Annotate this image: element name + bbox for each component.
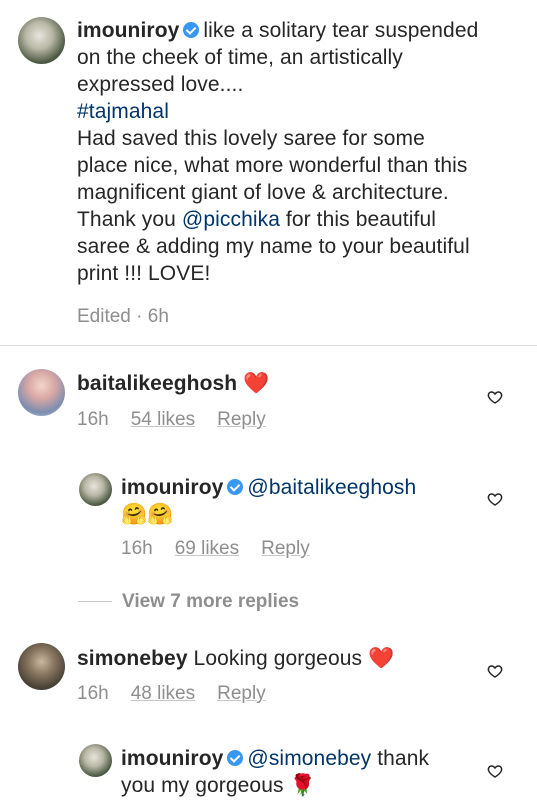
red-heart-emoji: ❤️ <box>243 371 270 395</box>
caption-section: imouniroy like a solitary tear suspended … <box>0 0 537 345</box>
comment-text: simonebey Looking gorgeous ❤️ <box>77 645 394 672</box>
heart-outline-icon[interactable] <box>487 491 503 507</box>
divider <box>0 345 537 346</box>
heart-outline-icon[interactable] <box>487 763 503 779</box>
caption-body-1: Had saved this lovely saree for some <box>77 127 425 150</box>
reply-line-1: imouniroy @simonebey thank <box>121 745 429 772</box>
caption-text: imouniroy like a solitary tear suspended … <box>77 17 527 287</box>
reply-username[interactable]: imouniroy <box>121 747 223 770</box>
caption-author-avatar[interactable] <box>18 17 65 64</box>
reply-text: imouniroy @baitalikeeghosh 🤗🤗 <box>121 474 416 528</box>
caption-line-3: expressed love.... <box>77 73 244 96</box>
comment-time: 16h <box>77 683 109 704</box>
caption-body-4-pre: Thank you <box>77 208 182 231</box>
reply-time: 16h <box>121 538 153 559</box>
reply-meta: 16h 69 likes Reply <box>121 538 332 560</box>
mention-link[interactable]: @simonebey <box>247 747 371 770</box>
caption-body-4: Thank you @picchika for this beautiful <box>77 206 527 233</box>
comment-time: 16h <box>77 409 109 430</box>
rose-emoji: 🌹 <box>289 773 316 797</box>
commenter-avatar[interactable] <box>18 369 65 416</box>
reply-author-avatar[interactable] <box>79 744 112 777</box>
view-more-replies[interactable]: View 7 more replies <box>78 591 299 613</box>
caption-body-2: place nice, what more wonderful than thi… <box>77 154 468 177</box>
heart-outline-icon[interactable] <box>487 663 503 679</box>
commenter-avatar[interactable] <box>18 643 65 690</box>
caption-body-6: print !!! LOVE! <box>77 262 211 285</box>
view-more-line <box>78 601 112 603</box>
comment-username[interactable]: baitalikeeghosh <box>77 372 237 395</box>
reply-line-2: you my gorgeous 🌹 <box>121 772 429 799</box>
caption-line-1: imouniroy like a solitary tear suspended <box>77 17 527 44</box>
comment-likes[interactable]: 54 likes <box>131 409 195 430</box>
reply-line-1: imouniroy @baitalikeeghosh <box>121 474 416 501</box>
reply-button[interactable]: Reply <box>217 409 266 430</box>
mention-link[interactable]: @baitalikeeghosh <box>247 476 416 499</box>
mention-link[interactable]: @picchika <box>182 208 280 231</box>
caption-body-4-post: for this beautiful <box>280 208 436 231</box>
hugging-emoji: 🤗🤗 <box>121 502 174 526</box>
caption-body-5: saree & adding my name to your beautiful <box>77 235 470 258</box>
comment-likes[interactable]: 48 likes <box>131 683 195 704</box>
comment-text: baitalikeeghosh ❤️ <box>77 370 269 397</box>
heart-outline-icon[interactable] <box>487 389 503 405</box>
reply-button[interactable]: Reply <box>261 538 310 559</box>
caption-username[interactable]: imouniroy <box>77 19 179 42</box>
comment-meta: 16h 54 likes Reply <box>77 409 288 431</box>
caption-line-2: on the cheek of time, an artistically <box>77 46 403 69</box>
view-more-label[interactable]: View 7 more replies <box>122 591 299 612</box>
verified-badge-icon <box>227 479 244 495</box>
reply-username[interactable]: imouniroy <box>121 476 223 499</box>
reply-body-1: thank <box>377 747 430 770</box>
hashtag-link[interactable]: #tajmahal <box>77 98 527 125</box>
caption-body-3: magnificent giant of love & architecture… <box>77 181 449 204</box>
reply-text: imouniroy @simonebey thank you my gorgeou… <box>121 745 429 799</box>
verified-badge-icon <box>227 750 244 766</box>
reply-likes[interactable]: 69 likes <box>175 538 239 559</box>
comment-meta: 16h 48 likes Reply <box>77 683 288 705</box>
comment-username[interactable]: simonebey <box>77 647 188 670</box>
caption-text-1: like a solitary tear suspended <box>203 19 479 42</box>
caption-edited: Edited · 6h <box>77 306 169 327</box>
reply-button[interactable]: Reply <box>217 683 266 704</box>
reply-body-2: you my gorgeous <box>121 774 284 797</box>
verified-badge-icon <box>183 22 200 38</box>
reply-author-avatar[interactable] <box>79 473 112 506</box>
red-heart-emoji: ❤️ <box>368 646 395 670</box>
comment-body: Looking gorgeous <box>193 647 363 670</box>
